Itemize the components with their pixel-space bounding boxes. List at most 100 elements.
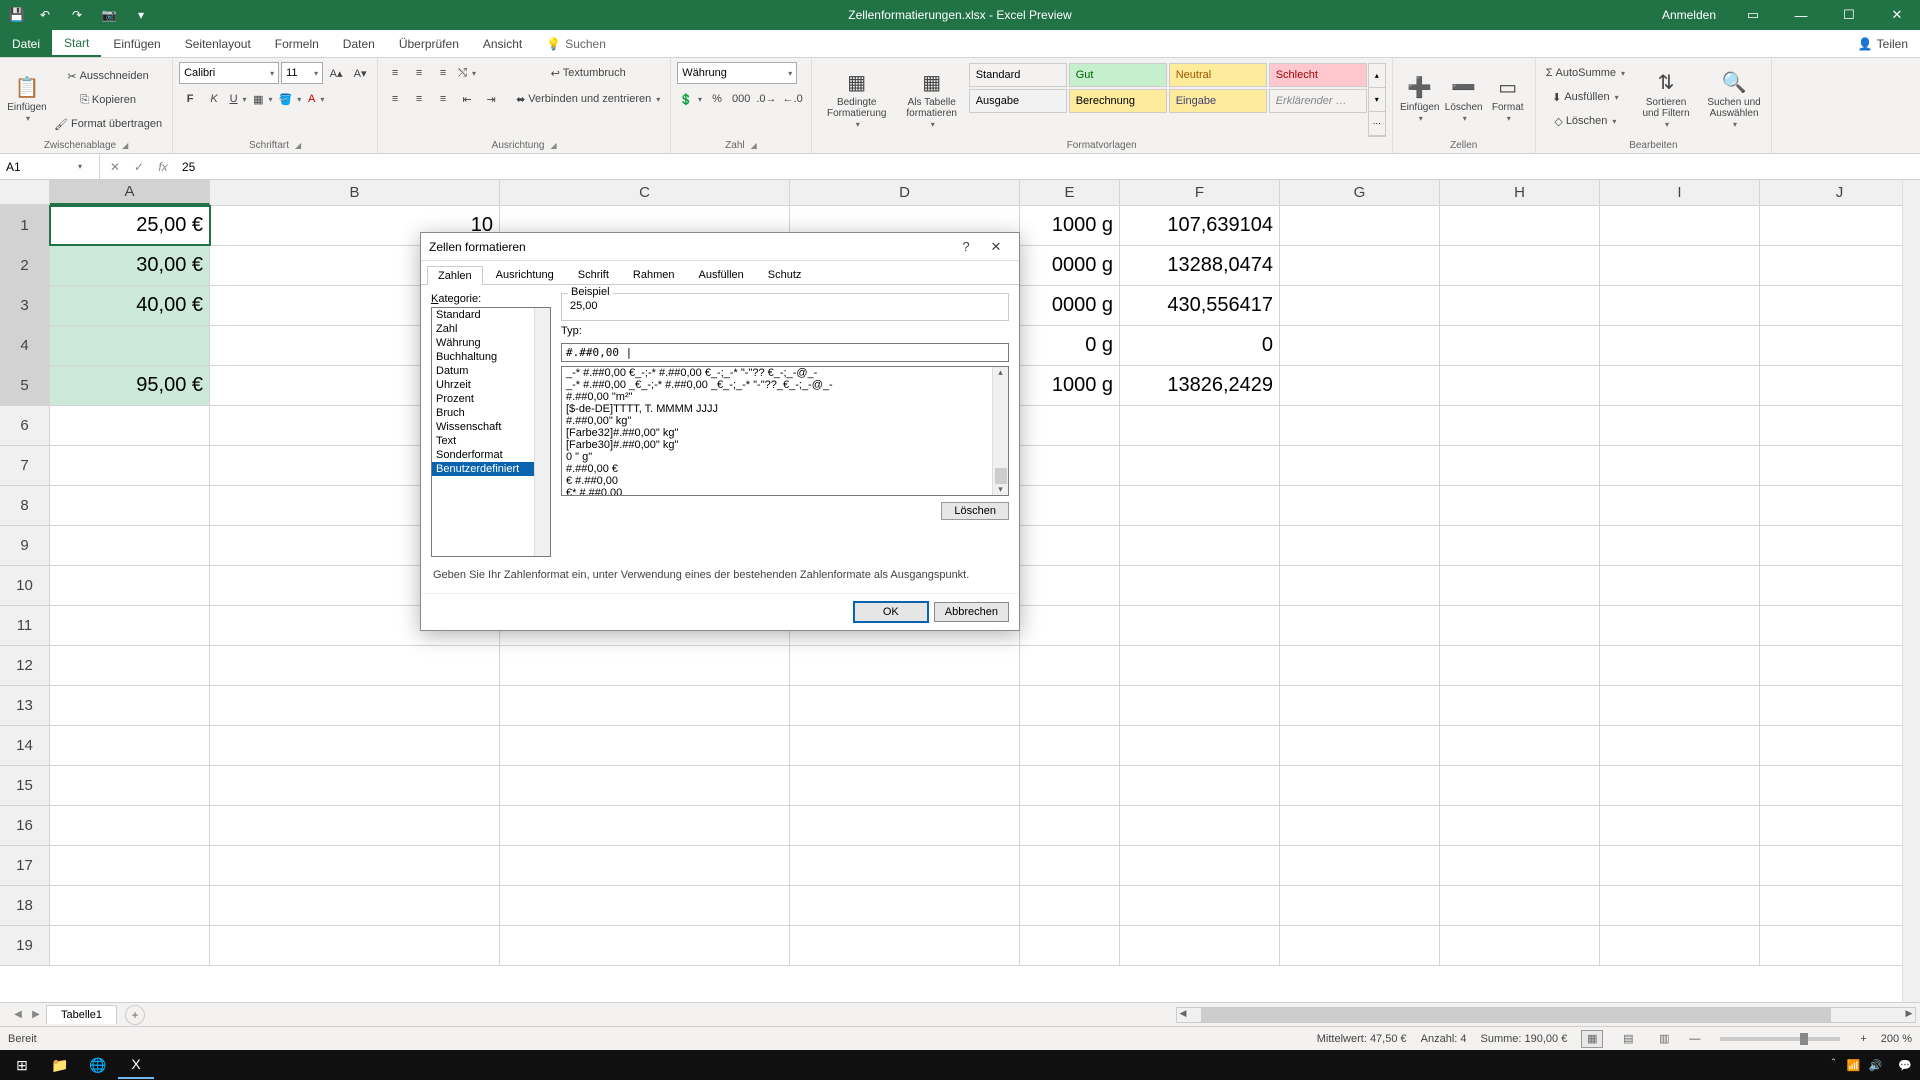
- style-bad[interactable]: Schlecht: [1269, 63, 1367, 87]
- styles-gallery-more[interactable]: ▴▾⋯: [1368, 63, 1386, 137]
- cell[interactable]: [1440, 646, 1600, 685]
- cell[interactable]: [1120, 686, 1280, 725]
- cell[interactable]: [500, 686, 790, 725]
- format-code-list[interactable]: _-* #.##0,00 €_-;-* #.##0,00 €_-;_-* "-"…: [561, 366, 1009, 496]
- cell[interactable]: [1600, 326, 1760, 365]
- dialog-tab-fill[interactable]: Ausfüllen: [688, 265, 755, 284]
- percent-button[interactable]: %: [706, 88, 728, 110]
- tab-layout[interactable]: Seitenlayout: [173, 30, 263, 57]
- select-all-corner[interactable]: [0, 180, 50, 205]
- start-button[interactable]: ⊞: [4, 1051, 40, 1079]
- ribbon-options-icon[interactable]: ▭: [1730, 0, 1776, 30]
- vertical-scrollbar[interactable]: [1902, 180, 1920, 1002]
- dialog-help-button[interactable]: ?: [951, 239, 981, 254]
- border-button[interactable]: ▦▾: [251, 88, 274, 110]
- cell[interactable]: [1280, 926, 1440, 965]
- close-icon[interactable]: ✕: [1874, 0, 1920, 30]
- cell[interactable]: [1440, 726, 1600, 765]
- cell[interactable]: [500, 886, 790, 925]
- row-header[interactable]: 6: [0, 406, 50, 445]
- cell[interactable]: [500, 766, 790, 805]
- tab-view[interactable]: Ansicht: [471, 30, 534, 57]
- category-item[interactable]: Buchhaltung: [432, 350, 550, 364]
- cell[interactable]: [500, 846, 790, 885]
- cell[interactable]: [1760, 726, 1920, 765]
- cell[interactable]: [790, 886, 1020, 925]
- view-page-break-button[interactable]: ▥: [1653, 1030, 1675, 1048]
- increase-decimal-button[interactable]: .0→: [754, 88, 778, 110]
- cell[interactable]: [210, 686, 500, 725]
- dialog-tab-alignment[interactable]: Ausrichtung: [485, 265, 565, 284]
- cell[interactable]: [790, 926, 1020, 965]
- cell[interactable]: [1280, 606, 1440, 645]
- category-item[interactable]: Datum: [432, 364, 550, 378]
- zoom-out-button[interactable]: —: [1689, 1033, 1700, 1045]
- cell[interactable]: [1280, 446, 1440, 485]
- cell[interactable]: [1440, 766, 1600, 805]
- format-code-item[interactable]: #.##0,00" kg": [562, 415, 1008, 427]
- cell[interactable]: [1440, 326, 1600, 365]
- cell[interactable]: [1440, 286, 1600, 325]
- cell[interactable]: [1120, 486, 1280, 525]
- style-calculation[interactable]: Berechnung: [1069, 89, 1167, 113]
- cell[interactable]: [210, 886, 500, 925]
- cut-button[interactable]: ✂Ausschneiden: [50, 65, 166, 87]
- cancel-edit-icon[interactable]: ✕: [104, 160, 126, 174]
- align-left-button[interactable]: ≡: [384, 88, 406, 110]
- cell[interactable]: [1020, 606, 1120, 645]
- cell[interactable]: [50, 406, 210, 445]
- cell[interactable]: [1020, 646, 1120, 685]
- row-header[interactable]: 2: [0, 246, 50, 285]
- bold-button[interactable]: F: [179, 88, 201, 110]
- cell[interactable]: 0: [1120, 326, 1280, 365]
- cell[interactable]: 430,556417: [1120, 286, 1280, 325]
- font-name-combo[interactable]: Calibri▾: [179, 62, 279, 84]
- underline-button[interactable]: U▾: [227, 88, 249, 110]
- cell[interactable]: [1440, 206, 1600, 245]
- format-code-item[interactable]: [Farbe32]#.##0,00" kg": [562, 427, 1008, 439]
- redo-icon[interactable]: ↷: [64, 3, 90, 27]
- cell[interactable]: [210, 646, 500, 685]
- cell[interactable]: [1600, 366, 1760, 405]
- save-icon[interactable]: 💾: [8, 6, 26, 24]
- cell[interactable]: [1120, 766, 1280, 805]
- cell[interactable]: [1600, 606, 1760, 645]
- row-header[interactable]: 11: [0, 606, 50, 645]
- col-header-H[interactable]: H: [1440, 180, 1600, 205]
- cell[interactable]: [1120, 566, 1280, 605]
- camera-icon[interactable]: 📷: [96, 3, 122, 27]
- cell[interactable]: [1440, 806, 1600, 845]
- col-header-D[interactable]: D: [790, 180, 1020, 205]
- category-item[interactable]: Standard: [432, 308, 550, 322]
- cell[interactable]: [790, 726, 1020, 765]
- cell[interactable]: [1020, 406, 1120, 445]
- format-code-item[interactable]: € #.##0,00: [562, 475, 1008, 487]
- cell[interactable]: 0000 g: [1020, 246, 1120, 285]
- cell[interactable]: [1760, 686, 1920, 725]
- cell[interactable]: [790, 846, 1020, 885]
- cell[interactable]: [1600, 726, 1760, 765]
- cell[interactable]: [1020, 486, 1120, 525]
- col-header-J[interactable]: J: [1760, 180, 1920, 205]
- cell[interactable]: [1120, 726, 1280, 765]
- format-code-item[interactable]: €* #.##0,00: [562, 487, 1008, 496]
- style-standard[interactable]: Standard: [969, 63, 1067, 87]
- cell[interactable]: [1120, 526, 1280, 565]
- font-size-combo[interactable]: 11▾: [281, 62, 323, 84]
- sheet-nav-next[interactable]: ▶: [28, 1009, 44, 1020]
- cell[interactable]: [1760, 446, 1920, 485]
- dialog-launcher-icon[interactable]: ◢: [122, 141, 128, 150]
- format-painter-button[interactable]: 🖌Format übertragen: [50, 113, 166, 135]
- cell[interactable]: 30,00 €: [50, 246, 210, 285]
- type-input[interactable]: [561, 343, 1009, 362]
- cell[interactable]: [1120, 846, 1280, 885]
- cell[interactable]: [1760, 486, 1920, 525]
- zoom-in-button[interactable]: +: [1860, 1033, 1866, 1045]
- cell[interactable]: [1760, 566, 1920, 605]
- increase-font-button[interactable]: A▴: [325, 62, 347, 84]
- cell[interactable]: [210, 926, 500, 965]
- category-item[interactable]: Währung: [432, 336, 550, 350]
- cell[interactable]: [50, 606, 210, 645]
- cell[interactable]: [1020, 766, 1120, 805]
- cell[interactable]: [1120, 806, 1280, 845]
